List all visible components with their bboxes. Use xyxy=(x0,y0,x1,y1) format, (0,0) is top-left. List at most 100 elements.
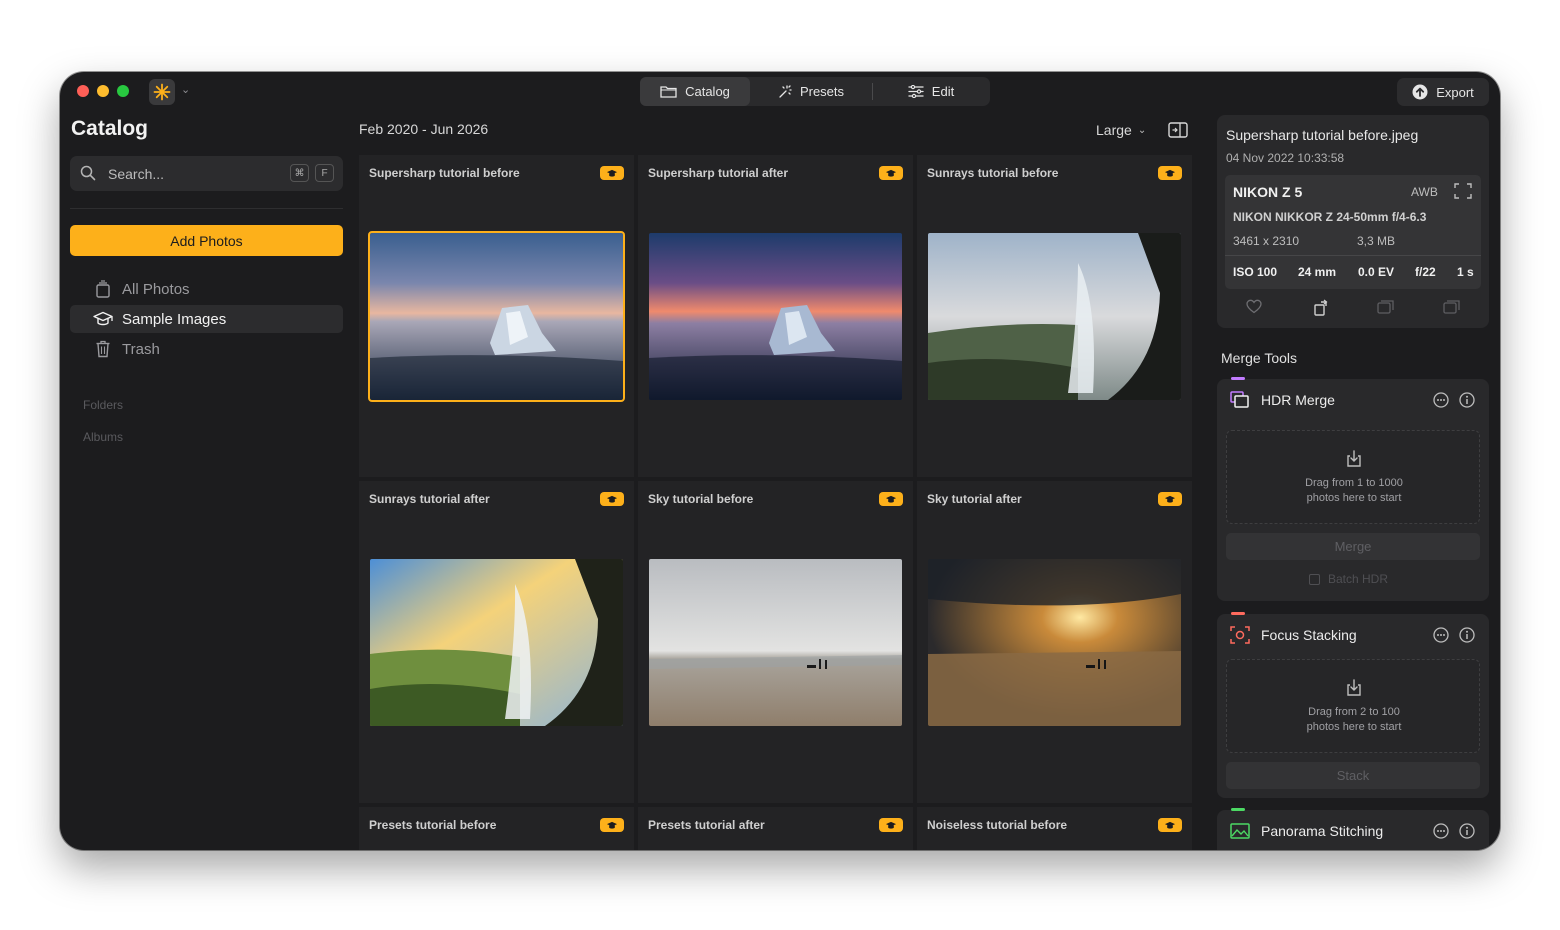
sidebar-item-label: Sample Images xyxy=(122,310,227,328)
merge-tools-header: Merge Tools xyxy=(1221,350,1298,366)
tutorial-badge xyxy=(879,166,903,180)
info-icon[interactable] xyxy=(1459,627,1475,643)
lens-model: NIKON NIKKOR Z 24-50mm f/4-6.3 xyxy=(1233,210,1427,224)
zoom-window-button[interactable] xyxy=(117,85,129,97)
hdr-drop-text-line1: Drag from 1 to 1000 xyxy=(1305,477,1403,489)
photo-thumbnail[interactable] xyxy=(370,559,623,726)
photo-title: Supersharp tutorial before xyxy=(369,166,520,180)
photo-info-card: Supersharp tutorial before.jpeg 04 Nov 2… xyxy=(1217,115,1489,328)
tab-presets-label: Presets xyxy=(799,84,845,99)
search-input[interactable]: Search... xyxy=(108,166,164,182)
sidebar-item-sample-images[interactable]: Sample Images xyxy=(70,305,343,333)
photo-cell[interactable]: Sky tutorial after xyxy=(917,481,1192,803)
panorama-stitching-title: Panorama Stitching xyxy=(1261,823,1384,839)
export-button[interactable]: Export xyxy=(1397,78,1489,106)
photo-title: Presets tutorial before xyxy=(369,818,497,832)
graduation-cap-icon xyxy=(1164,169,1176,177)
photo-thumbnail[interactable] xyxy=(649,233,902,400)
graduation-cap-icon xyxy=(1164,495,1176,503)
more-options-icon[interactable] xyxy=(1433,392,1449,408)
sidebar-section-albums[interactable]: Albums xyxy=(83,430,123,444)
sidebar-section-folders[interactable]: Folders xyxy=(83,398,123,412)
photo-cell[interactable]: Presets tutorial before xyxy=(359,807,634,850)
focus-drop-zone[interactable]: Drag from 2 to 100 photos here to start xyxy=(1226,659,1480,753)
rotate-icon[interactable] xyxy=(1313,299,1330,316)
app-menu-button[interactable] xyxy=(149,79,175,105)
tutorial-badge xyxy=(600,818,624,832)
duplicate-icon[interactable] xyxy=(1377,299,1395,314)
graduation-cap-icon xyxy=(885,169,897,177)
photo-cell[interactable]: Supersharp tutorial after xyxy=(638,155,913,477)
merge-button[interactable]: Merge xyxy=(1226,533,1480,560)
hdr-drop-zone[interactable]: Drag from 1 to 1000 photos here to start xyxy=(1226,430,1480,524)
photo-title: Noiseless tutorial before xyxy=(927,818,1068,832)
image-resolution: 3461 x 2310 xyxy=(1233,234,1300,248)
photo-cell[interactable]: Sky tutorial before xyxy=(638,481,913,803)
more-options-icon[interactable] xyxy=(1433,627,1449,643)
tab-edit[interactable]: Edit xyxy=(873,77,989,106)
file-size: 3,3 MB xyxy=(1357,234,1396,248)
photo-grid-area: Feb 2020 - Jun 2026 Large ⌄ Supersharp t… xyxy=(358,112,1194,850)
sidebar-toggle-icon[interactable] xyxy=(1168,121,1188,139)
info-icon[interactable] xyxy=(1459,823,1475,839)
tab-catalog[interactable]: Catalog xyxy=(640,77,750,106)
photo-filename: Supersharp tutorial before.jpeg xyxy=(1226,127,1419,143)
heart-icon[interactable] xyxy=(1246,299,1262,314)
sidebar-title: Catalog xyxy=(71,117,149,140)
aperture-value: f/22 xyxy=(1415,265,1436,279)
photo-cell[interactable]: Sunrays tutorial after xyxy=(359,481,634,803)
sidebar-item-all-photos[interactable]: All Photos xyxy=(70,275,343,303)
date-range-label: Feb 2020 - Jun 2026 xyxy=(359,121,489,137)
sidebar-divider xyxy=(70,208,343,209)
tutorial-badge xyxy=(1158,818,1182,832)
chevron-down-icon[interactable]: ⌄ xyxy=(181,83,190,96)
photo-title: Presets tutorial after xyxy=(648,818,765,832)
photo-thumbnail[interactable] xyxy=(368,231,625,402)
hdr-accent-bar xyxy=(1231,377,1245,380)
panorama-accent-bar xyxy=(1231,808,1245,811)
graduation-cap-icon xyxy=(93,309,113,329)
stack-button[interactable]: Stack xyxy=(1226,762,1480,789)
focus-accent-bar xyxy=(1231,612,1245,615)
graduation-cap-icon xyxy=(1164,821,1176,829)
sidebar-item-label: Trash xyxy=(122,340,160,358)
photo-cell[interactable]: Noiseless tutorial before xyxy=(917,807,1192,850)
minimize-window-button[interactable] xyxy=(97,85,109,97)
graduation-cap-icon xyxy=(606,821,618,829)
tab-catalog-label: Catalog xyxy=(685,84,730,99)
close-window-button[interactable] xyxy=(77,85,89,97)
shortcut-cmd-key: ⌘ xyxy=(290,164,309,182)
photo-title: Sunrays tutorial after xyxy=(369,492,490,506)
stack-icon xyxy=(93,279,113,299)
sidebar-item-trash[interactable]: Trash xyxy=(70,335,343,363)
photo-cell[interactable]: Sunrays tutorial before xyxy=(917,155,1192,477)
checkbox-icon xyxy=(1309,573,1320,585)
add-photos-button[interactable]: Add Photos xyxy=(70,225,343,256)
photo-title: Sky tutorial after xyxy=(927,492,1022,506)
photo-cell[interactable]: Presets tutorial after xyxy=(638,807,913,850)
more-options-icon[interactable] xyxy=(1433,823,1449,839)
copy-icon[interactable] xyxy=(1443,299,1461,314)
batch-hdr-checkbox[interactable]: Batch HDR xyxy=(1309,572,1388,586)
photo-cell[interactable]: Supersharp tutorial before xyxy=(359,155,634,477)
tutorial-badge xyxy=(600,166,624,180)
graduation-cap-icon xyxy=(885,495,897,503)
tab-edit-label: Edit xyxy=(931,84,955,99)
search-field[interactable]: Search... ⌘ F xyxy=(70,156,343,191)
inspector-panel: Supersharp tutorial before.jpeg 04 Nov 2… xyxy=(1217,115,1489,850)
photo-thumbnail[interactable] xyxy=(928,559,1181,726)
tab-presets[interactable]: Presets xyxy=(750,77,872,106)
photo-thumbnail[interactable] xyxy=(928,233,1181,400)
thumbnail-size-select[interactable]: Large ⌄ xyxy=(1096,122,1146,138)
photo-title: Sunrays tutorial before xyxy=(927,166,1059,180)
photo-thumbnail[interactable] xyxy=(649,559,902,726)
sparkles-icon xyxy=(779,84,792,98)
export-label: Export xyxy=(1436,84,1474,100)
panorama-stitching-card: Panorama Stitching xyxy=(1217,808,1489,850)
hdr-merge-title: HDR Merge xyxy=(1261,392,1335,408)
panorama-icon xyxy=(1230,823,1250,839)
info-icon[interactable] xyxy=(1459,392,1475,408)
focus-drop-text-line1: Drag from 2 to 100 xyxy=(1308,706,1400,718)
folder-icon xyxy=(660,86,677,98)
photo-title: Sky tutorial before xyxy=(648,492,754,506)
